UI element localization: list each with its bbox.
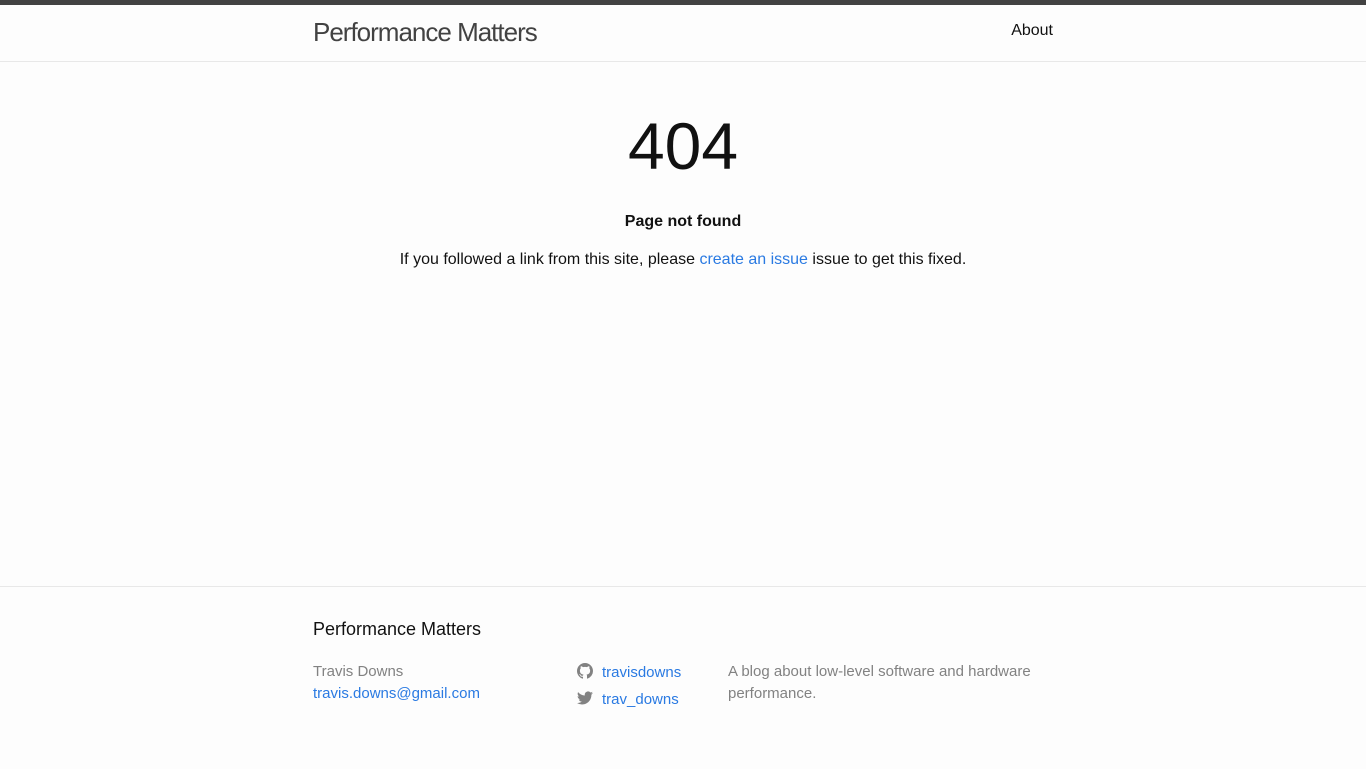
github-link[interactable]: travisdowns <box>602 664 681 681</box>
footer-social: travisdowns trav_downs <box>577 659 681 713</box>
site-header: Performance Matters About <box>0 5 1366 62</box>
error-code: 404 <box>627 109 739 183</box>
create-issue-link[interactable]: create an issue <box>699 251 808 268</box>
footer-description: A blog about low-level software and hard… <box>728 663 1031 702</box>
nav-about-link[interactable]: About <box>1011 22 1053 40</box>
twitter-link[interactable]: trav_downs <box>602 691 679 708</box>
site-title-link[interactable]: Performance Matters <box>313 17 538 48</box>
twitter-link-row: trav_downs <box>577 686 681 713</box>
github-link-row: travisdowns <box>577 659 681 686</box>
footer-title: Performance Matters <box>313 619 482 639</box>
error-message: If you followed a link from this site, p… <box>0 251 1366 269</box>
message-before: If you followed a link from this site, p… <box>399 251 700 268</box>
footer-author: Travis Downs <box>313 663 404 680</box>
twitter-icon <box>577 690 602 710</box>
footer-email-link[interactable]: travis.downs@gmail.com <box>313 685 480 702</box>
main-content: 404 Page not found If you followed a lin… <box>0 62 1366 269</box>
github-icon <box>577 662 602 683</box>
footer-contact: Travis Downs travis.downs@gmail.com <box>313 661 480 705</box>
message-after: issue to get this fixed. <box>807 251 967 268</box>
error-heading: Page not found <box>624 213 742 230</box>
site-footer: Performance Matters Travis Downs travis.… <box>0 586 1366 769</box>
